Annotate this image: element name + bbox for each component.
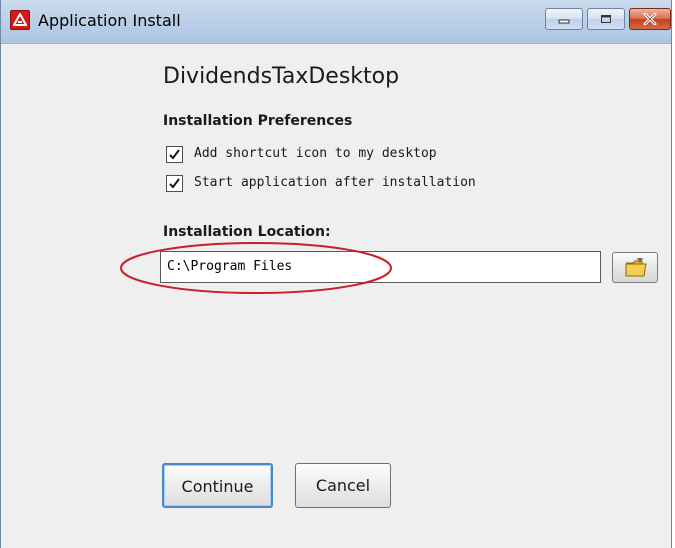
start-after-install-label[interactable]: Start application after installation xyxy=(194,175,476,190)
start-after-install-checkbox[interactable] xyxy=(166,175,183,192)
title-bar[interactable]: Application Install xyxy=(1,0,671,44)
checkmark-icon xyxy=(169,149,180,160)
checkmark-icon xyxy=(169,178,180,189)
preferences-heading: Installation Preferences xyxy=(163,113,353,129)
minimize-button[interactable] xyxy=(545,8,583,30)
cancel-button[interactable]: Cancel xyxy=(295,463,391,508)
folder-icon xyxy=(625,258,647,277)
close-icon xyxy=(643,13,657,25)
browse-folder-button[interactable] xyxy=(612,252,658,283)
shortcut-checkbox[interactable] xyxy=(166,146,183,163)
minimize-icon xyxy=(558,19,570,24)
install-location-input[interactable]: C:\Program Files xyxy=(160,251,601,283)
maximize-button[interactable] xyxy=(587,8,625,30)
maximize-icon xyxy=(601,15,611,23)
window-title: Application Install xyxy=(38,11,181,30)
app-logo-icon xyxy=(10,10,30,30)
install-window: Application Install DividendsTaxDesktop … xyxy=(0,0,672,548)
location-heading: Installation Location: xyxy=(163,224,331,240)
continue-button[interactable]: Continue xyxy=(162,463,273,508)
app-name: DividendsTaxDesktop xyxy=(163,64,400,89)
close-button[interactable] xyxy=(629,8,671,30)
shortcut-label[interactable]: Add shortcut icon to my desktop xyxy=(194,146,437,161)
